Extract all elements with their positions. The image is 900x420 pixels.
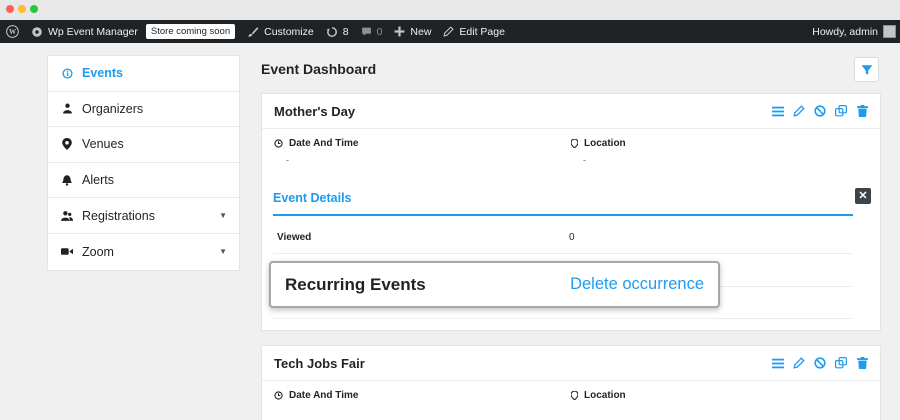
customize-link[interactable]: Customize — [241, 20, 320, 43]
recurring-events-popover: Recurring Events Delete occurrence — [269, 261, 720, 308]
menu-icon[interactable] — [772, 105, 784, 117]
event-meta: Date And Time - Location - — [262, 129, 880, 169]
ban-icon[interactable] — [814, 105, 826, 117]
admin-bar: W Wp Event Manager Store coming soon Cus… — [0, 20, 900, 43]
sidebar-item-label: Zoom — [82, 244, 114, 259]
maximize-window-button[interactable] — [30, 5, 38, 13]
close-window-button[interactable] — [6, 5, 14, 13]
filter-icon — [861, 64, 872, 75]
info-icon — [61, 67, 73, 79]
detail-row: Viewed 0 — [273, 221, 853, 254]
event-actions — [772, 105, 868, 117]
chevron-down-icon[interactable]: ▼ — [219, 247, 227, 256]
edit-page-link[interactable]: Edit Page — [437, 20, 511, 43]
map-pin-icon — [571, 391, 578, 400]
event-card: Tech Jobs Fair Date And Time Location — [261, 345, 881, 420]
date-time-block: Date And Time — [274, 390, 358, 401]
filter-button[interactable] — [854, 57, 879, 82]
close-icon: ✕ — [858, 189, 868, 202]
users-icon — [61, 210, 73, 222]
delete-occurrence-link[interactable]: Delete occurrence — [570, 275, 704, 294]
sidebar-item-zoom[interactable]: Zoom ▼ — [48, 234, 239, 270]
comments-count: 0 — [376, 25, 383, 38]
howdy-text: Howdy, admin — [812, 25, 878, 38]
edit-icon[interactable] — [793, 357, 805, 369]
svg-text:W: W — [9, 28, 17, 36]
recurring-events-title: Recurring Events — [285, 274, 426, 294]
event-meta: Date And Time Location — [262, 381, 880, 420]
map-pin-icon — [61, 138, 73, 151]
sidebar-item-events[interactable]: Events — [48, 56, 239, 92]
my-account-link[interactable]: Howdy, admin — [812, 25, 900, 38]
event-title[interactable]: Mother's Day — [274, 104, 355, 119]
avatar — [883, 25, 896, 38]
trash-icon[interactable] — [856, 105, 868, 117]
event-details-header: Event Details — [273, 182, 853, 216]
sidebar-item-label: Organizers — [82, 101, 144, 116]
video-icon — [61, 246, 73, 258]
location-label: Location — [584, 138, 626, 149]
map-pin-icon — [571, 139, 578, 148]
comments-link[interactable]: 0 — [355, 20, 389, 43]
updates-count: 8 — [342, 25, 349, 38]
sidebar-item-venues[interactable]: Venues — [48, 127, 239, 163]
new-label: New — [410, 25, 432, 38]
wordpress-icon: W — [6, 25, 19, 38]
date-time-value: - — [286, 155, 289, 165]
sidebar-item-label: Alerts — [82, 173, 114, 188]
location-block: Location - — [571, 138, 626, 165]
sidebar-item-label: Events — [82, 66, 123, 81]
duplicate-icon[interactable] — [835, 105, 847, 117]
location-block: Location — [571, 390, 626, 401]
chevron-down-icon[interactable]: ▼ — [219, 211, 227, 220]
event-card-header: Tech Jobs Fair — [262, 346, 880, 381]
dashboard-sidebar: Events Organizers Venues Alerts Registra… — [47, 55, 240, 271]
date-time-label: Date And Time — [289, 138, 359, 149]
event-card-header: Mother's Day — [262, 94, 880, 129]
edit-page-label: Edit Page — [459, 25, 505, 38]
location-label: Location — [584, 390, 626, 401]
sidebar-item-registrations[interactable]: Registrations ▼ — [48, 198, 239, 234]
new-content-link[interactable]: New — [388, 20, 437, 43]
minimize-window-button[interactable] — [18, 5, 26, 13]
site-name: Wp Event Manager — [48, 25, 138, 38]
trash-icon[interactable] — [856, 357, 868, 369]
clock-icon — [274, 391, 283, 400]
duplicate-icon[interactable] — [835, 357, 847, 369]
location-value: - — [583, 155, 586, 165]
page-title: Event Dashboard — [261, 61, 377, 77]
sidebar-item-organizers[interactable]: Organizers — [48, 92, 239, 128]
sidebar-item-label: Venues — [82, 137, 124, 152]
dashboard-gauge-icon — [32, 26, 42, 37]
clock-icon — [274, 139, 283, 148]
edit-icon[interactable] — [793, 105, 805, 117]
sidebar-item-alerts[interactable]: Alerts — [48, 163, 239, 199]
plus-icon — [394, 26, 405, 37]
updates-link[interactable]: 8 — [320, 20, 355, 43]
site-name-link[interactable]: Wp Event Manager — [25, 20, 144, 43]
wordpress-logo-button[interactable]: W — [0, 20, 25, 43]
date-time-block: Date And Time - — [274, 138, 358, 165]
refresh-icon — [326, 26, 337, 37]
comment-icon — [361, 27, 371, 36]
paintbrush-icon — [248, 26, 259, 37]
store-coming-soon-badge[interactable]: Store coming soon — [145, 24, 236, 39]
bell-icon — [61, 174, 73, 186]
event-details-title: Event Details — [273, 191, 352, 205]
ban-icon[interactable] — [814, 357, 826, 369]
pencil-icon — [443, 26, 455, 37]
user-icon — [61, 103, 73, 115]
event-actions — [772, 357, 868, 369]
customize-label: Customize — [264, 25, 314, 38]
sidebar-item-label: Registrations — [82, 208, 155, 223]
window-titlebar — [0, 0, 900, 20]
date-time-label: Date And Time — [289, 390, 359, 401]
close-details-button[interactable]: ✕ — [855, 188, 871, 204]
event-title[interactable]: Tech Jobs Fair — [274, 356, 365, 371]
menu-icon[interactable] — [772, 357, 784, 369]
detail-value: 0 — [569, 231, 575, 243]
detail-label: Viewed — [277, 231, 312, 243]
